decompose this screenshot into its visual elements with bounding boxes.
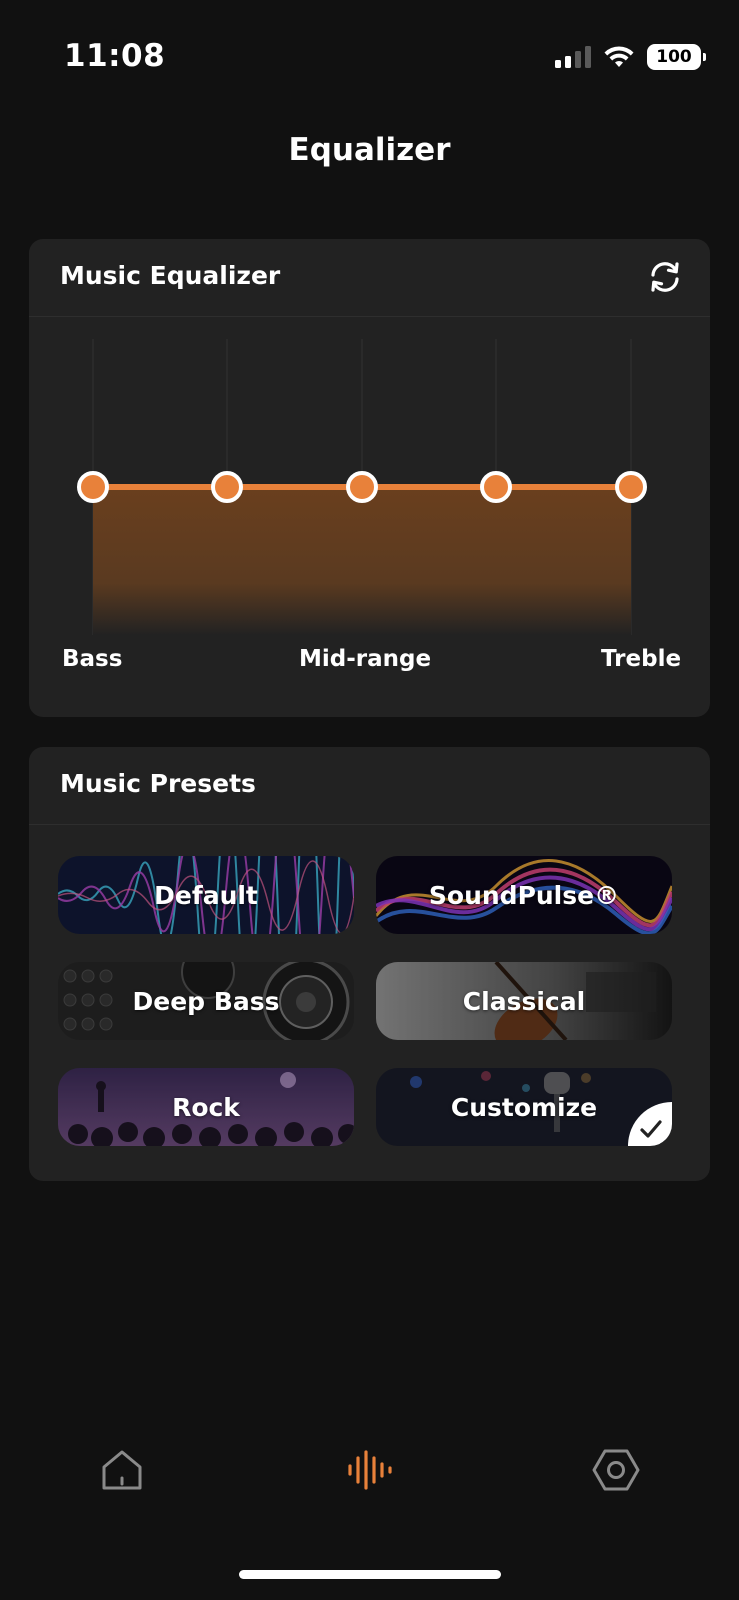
preset-classical-label: Classical [462,986,586,1016]
equalizer-axis-labels: Bass Mid-range Treble [0,646,739,682]
eq-band-knob-3[interactable] [346,471,378,503]
status-icons: 100 [555,44,706,70]
preset-default[interactable]: Default [58,856,354,934]
battery-level: 100 [656,47,692,67]
preset-rock-label: Rock [172,1092,240,1122]
preset-soundpulse[interactable]: SoundPulse® [376,856,672,934]
eq-curve-fill [93,487,631,635]
selected-check-icon [628,1102,672,1146]
equalizer-card-header: Music Equalizer [29,239,710,317]
cellular-signal-icon [555,46,591,68]
preset-deep-bass-label: Deep Bass [132,986,280,1016]
eq-band-knob-2[interactable] [211,471,243,503]
preset-customize-label: Customize [450,1092,598,1122]
tab-equalizer[interactable] [338,1440,398,1500]
preset-default-label: Default [154,880,258,910]
equalizer-graph [77,339,647,635]
home-icon [102,1450,142,1490]
eq-band-knob-1[interactable] [77,471,109,503]
preset-customize[interactable]: Customize [376,1068,672,1146]
tab-settings[interactable] [586,1440,646,1500]
eq-label-treble: Treble [601,646,682,672]
presets-card-title: Music Presets [60,769,256,798]
equalizer-card-title: Music Equalizer [60,261,281,290]
status-time: 11:08 [64,38,166,74]
tab-bar [0,1440,739,1510]
eq-band-knob-4[interactable] [480,471,512,503]
wifi-icon [604,46,634,67]
presets-card-header: Music Presets [29,747,710,825]
tab-home[interactable] [92,1440,152,1500]
home-indicator [239,1570,501,1579]
page-title: Equalizer [288,132,451,168]
preset-soundpulse-label: SoundPulse® [428,880,620,910]
preset-classical[interactable]: Classical [376,962,672,1040]
refresh-icon[interactable] [647,259,683,295]
equalizer-waveform-icon [348,1450,392,1490]
battery-icon: 100 [647,44,706,70]
settings-hexagon-icon [592,1449,640,1491]
preset-rock[interactable]: Rock [58,1068,354,1146]
eq-label-mid-range: Mid-range [299,646,432,672]
status-bar: 11:08 100 [0,0,739,110]
eq-band-knob-5[interactable] [615,471,647,503]
preset-deep-bass[interactable]: Deep Bass [58,962,354,1040]
presets-card: Music Presets Default SoundPulse® Deep B… [29,747,710,1181]
eq-label-bass: Bass [62,646,123,672]
